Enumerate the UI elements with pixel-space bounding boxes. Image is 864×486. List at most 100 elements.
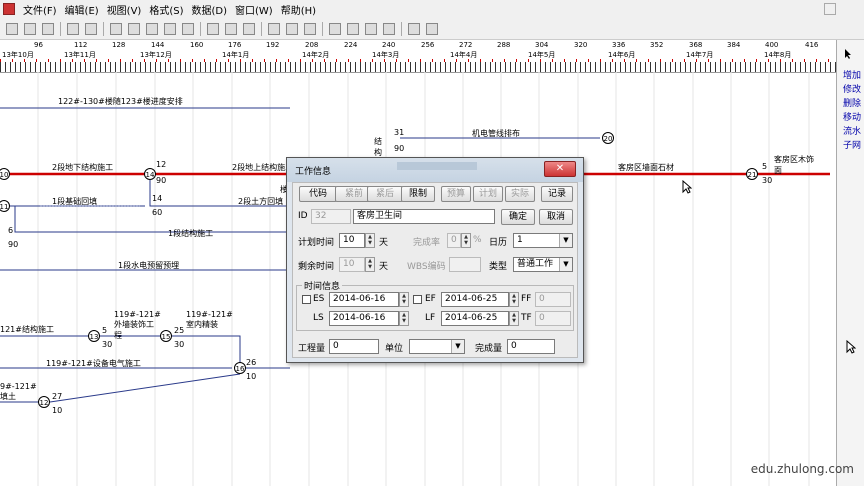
record-button[interactable]: 记录	[541, 186, 573, 202]
close-button[interactable]: ✕	[544, 161, 576, 177]
menu-data[interactable]: 数据(D)	[188, 2, 232, 17]
budget-button[interactable]: 预算	[441, 186, 471, 202]
pointer-tool-icon[interactable]	[843, 48, 855, 60]
ok-button[interactable]: 确定	[501, 209, 535, 225]
ruler-day-ticks	[0, 62, 836, 72]
activity-label: 1段水电预留预埋	[118, 261, 180, 270]
table-icon[interactable]	[329, 22, 341, 35]
node-15[interactable]: 15	[160, 330, 172, 342]
plan-time-stepper[interactable]: ▲ ▼	[365, 233, 375, 248]
node-12[interactable]: 12	[38, 396, 50, 408]
bulb-icon[interactable]	[408, 22, 420, 35]
node-16[interactable]: 16	[234, 362, 246, 374]
menu-window[interactable]: 窗口(W)	[231, 2, 277, 17]
mouse-cursor-icon	[682, 180, 692, 194]
quantity-input[interactable]: 0	[329, 339, 379, 354]
sidebar-move[interactable]: 移动	[843, 110, 861, 123]
menu-format[interactable]: 格式(S)	[145, 2, 187, 17]
zoom-out-icon[interactable]	[243, 22, 255, 35]
ef-label: EF	[425, 294, 436, 304]
toolbar-separator	[200, 21, 201, 36]
dialog-titlebar[interactable]: 工作信息 ✕	[287, 158, 583, 182]
type-label: 类型	[489, 262, 508, 272]
done-quantity-label: 完成量	[475, 344, 503, 354]
time-info-group-label: 时间信息	[302, 279, 343, 292]
zoom-fit-icon[interactable]	[225, 22, 237, 35]
copy-icon[interactable]	[128, 22, 140, 35]
plan-time-input[interactable]: 10	[339, 233, 365, 248]
node-20[interactable]: 20	[602, 132, 614, 144]
es-label: ES	[313, 294, 325, 304]
new-file-icon[interactable]	[6, 22, 18, 35]
align-icon[interactable]	[182, 22, 194, 35]
help-icon[interactable]	[426, 22, 438, 35]
filter-icon[interactable]	[347, 22, 359, 35]
plan-button[interactable]: 计划	[473, 186, 503, 202]
activity-label: 客房区墙面石材	[618, 163, 674, 172]
toolbar	[0, 18, 864, 40]
limit-button[interactable]: 限制	[401, 186, 435, 202]
grid-icon[interactable]	[268, 22, 280, 35]
duration-label: 6	[8, 226, 14, 235]
chart-icon[interactable]	[383, 22, 395, 35]
duration-label: 5	[102, 326, 108, 335]
sidebar-flow[interactable]: 流水	[843, 124, 861, 137]
cancel-button[interactable]: 取消	[539, 209, 573, 225]
ruler-day-label: 304	[535, 41, 549, 49]
menu-view[interactable]: 视图(V)	[103, 2, 146, 17]
sidebar-delete[interactable]: 删除	[843, 96, 861, 109]
lf-date-input[interactable]: 2014-06-25	[441, 311, 509, 326]
ruler-day-label: 144	[151, 41, 165, 49]
cut-icon[interactable]	[85, 22, 97, 35]
ef-stepper[interactable]: ▲ ▼	[509, 292, 519, 307]
menu-edit[interactable]: 编辑(E)	[61, 2, 103, 17]
toolbar-separator	[60, 21, 61, 36]
mouse-cursor-icon	[846, 340, 856, 354]
paste-icon[interactable]	[146, 22, 158, 35]
ef-checkbox[interactable]	[413, 295, 422, 304]
export-icon[interactable]	[286, 22, 298, 35]
ls-date-input[interactable]: 2014-06-16	[329, 311, 399, 326]
zoom-in-icon[interactable]	[207, 22, 219, 35]
es-checkbox[interactable]	[302, 295, 311, 304]
calendar-label: 日历	[489, 238, 508, 248]
ruler-day-label: 112	[74, 41, 88, 49]
ruler-day-label: 320	[574, 41, 588, 49]
link-icon[interactable]	[164, 22, 176, 35]
chevron-down-icon: ▼	[451, 340, 464, 353]
activity-label: 客房区木饰面	[774, 155, 814, 175]
calendar-select[interactable]: 1 ▼	[513, 233, 573, 248]
save-as-icon[interactable]	[304, 22, 316, 35]
activity-label: 1段结构施工	[168, 229, 214, 238]
menu-file[interactable]: 文件(F)	[19, 2, 61, 17]
node-14[interactable]: 14	[144, 168, 156, 180]
ls-stepper[interactable]: ▲ ▼	[399, 311, 409, 326]
app-icon	[3, 3, 15, 15]
activity-label: 机电管线排布	[472, 129, 520, 138]
sidebar-subnet[interactable]: 子网	[843, 138, 861, 151]
es-stepper[interactable]: ▲ ▼	[399, 292, 409, 307]
chevron-down-icon: ▼	[559, 258, 572, 271]
open-folder-icon[interactable]	[24, 22, 36, 35]
type-select[interactable]: 普通工作 ▼	[513, 257, 573, 272]
minimize-icon[interactable]	[824, 3, 836, 15]
print-icon[interactable]	[110, 22, 122, 35]
node-13[interactable]: 13	[88, 330, 100, 342]
ef-date-input[interactable]: 2014-06-25	[441, 292, 509, 307]
done-quantity-input[interactable]: 0	[507, 339, 555, 354]
lf-stepper[interactable]: ▲ ▼	[509, 311, 519, 326]
save-icon[interactable]	[42, 22, 54, 35]
list-icon[interactable]	[365, 22, 377, 35]
successor-button[interactable]: 紧后	[367, 186, 403, 202]
code-button[interactable]: 代码	[299, 186, 337, 202]
print-preview-icon[interactable]	[67, 22, 79, 35]
es-date-input[interactable]: 2014-06-16	[329, 292, 399, 307]
ruler-day-label: 288	[497, 41, 511, 49]
actual-button[interactable]: 实际	[505, 186, 535, 202]
unit-select[interactable]: ▼	[409, 339, 465, 354]
sidebar-edit[interactable]: 修改	[843, 82, 861, 95]
menu-help[interactable]: 帮助(H)	[277, 2, 320, 17]
node-21[interactable]: 21	[746, 168, 758, 180]
sidebar-add[interactable]: 增加	[843, 68, 861, 81]
task-name-input[interactable]: 客房卫生间	[353, 209, 495, 224]
